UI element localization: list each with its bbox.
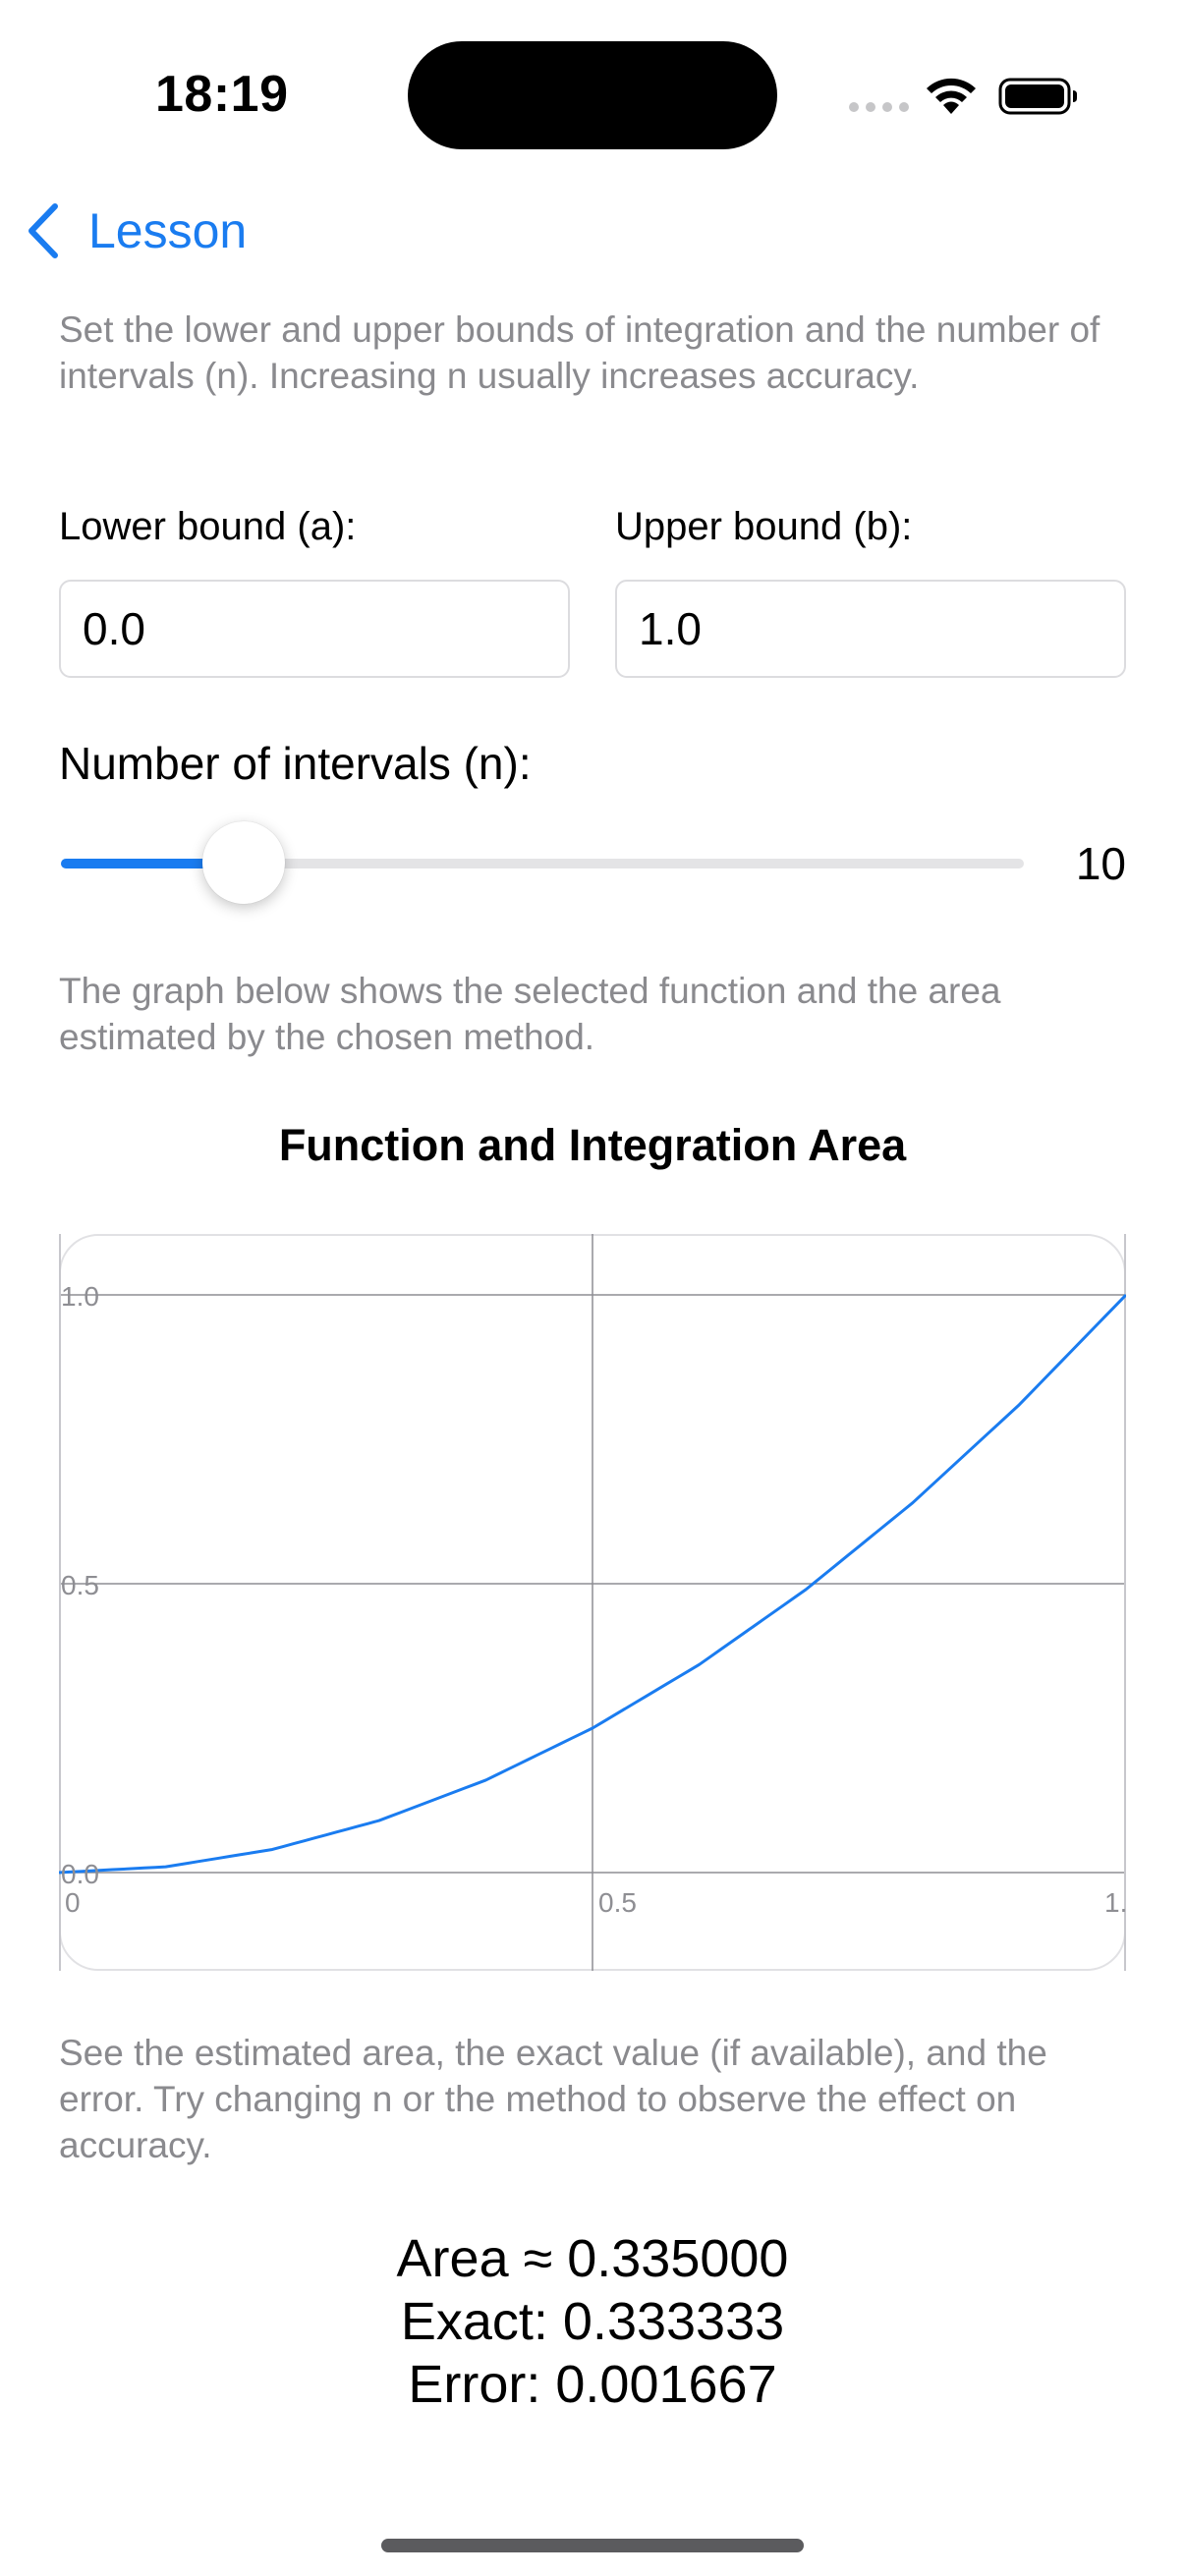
x-tick-label: 0 xyxy=(65,1887,81,1918)
wifi-icon xyxy=(927,78,976,114)
dynamic-island xyxy=(408,41,777,149)
lower-bound-label: Lower bound (a): xyxy=(59,505,357,548)
chevron-left-icon xyxy=(28,203,58,258)
home-indicator xyxy=(381,2539,804,2552)
intervals-label: Number of intervals (n): xyxy=(59,738,532,789)
lower-bound-field[interactable]: 0.0 xyxy=(59,580,570,678)
y-tick-label: 1.0 xyxy=(61,1281,99,1312)
upper-bound-field[interactable]: 1.0 xyxy=(615,580,1126,678)
area-result: Area ≈ 0.335000 xyxy=(396,2229,789,2288)
intervals-slider[interactable] xyxy=(61,821,1024,904)
graph-caption: The graph below shows the selected funct… xyxy=(59,971,1001,1057)
y-tick-label: 0.0 xyxy=(61,1859,99,1889)
status-time: 18:19 xyxy=(155,66,289,123)
function-chart: 0.0 0.5 1.0 0 0.5 1. xyxy=(59,1234,1126,1971)
battery-icon xyxy=(998,78,1077,115)
intervals-value: 10 xyxy=(1075,838,1126,889)
back-button[interactable]: Lesson xyxy=(24,196,247,265)
slider-thumb[interactable] xyxy=(202,821,286,904)
x-tick-label: 1. xyxy=(1104,1887,1126,1918)
cellular-signal-icon xyxy=(849,102,909,112)
results-caption: See the estimated area, the exact value … xyxy=(59,2033,1047,2165)
exact-result: Exact: 0.333333 xyxy=(400,2292,785,2351)
x-tick-label: 0.5 xyxy=(598,1887,637,1918)
upper-bound-label: Upper bound (b): xyxy=(615,505,913,548)
y-tick-label: 0.5 xyxy=(61,1570,99,1600)
status-bar: 18:19 xyxy=(0,0,1185,177)
intro-text: Set the lower and upper bounds of integr… xyxy=(59,309,1100,396)
back-button-label: Lesson xyxy=(88,203,248,258)
chart-title: Function and Integration Area xyxy=(278,1120,907,1170)
error-result: Error: 0.001667 xyxy=(408,2355,777,2414)
